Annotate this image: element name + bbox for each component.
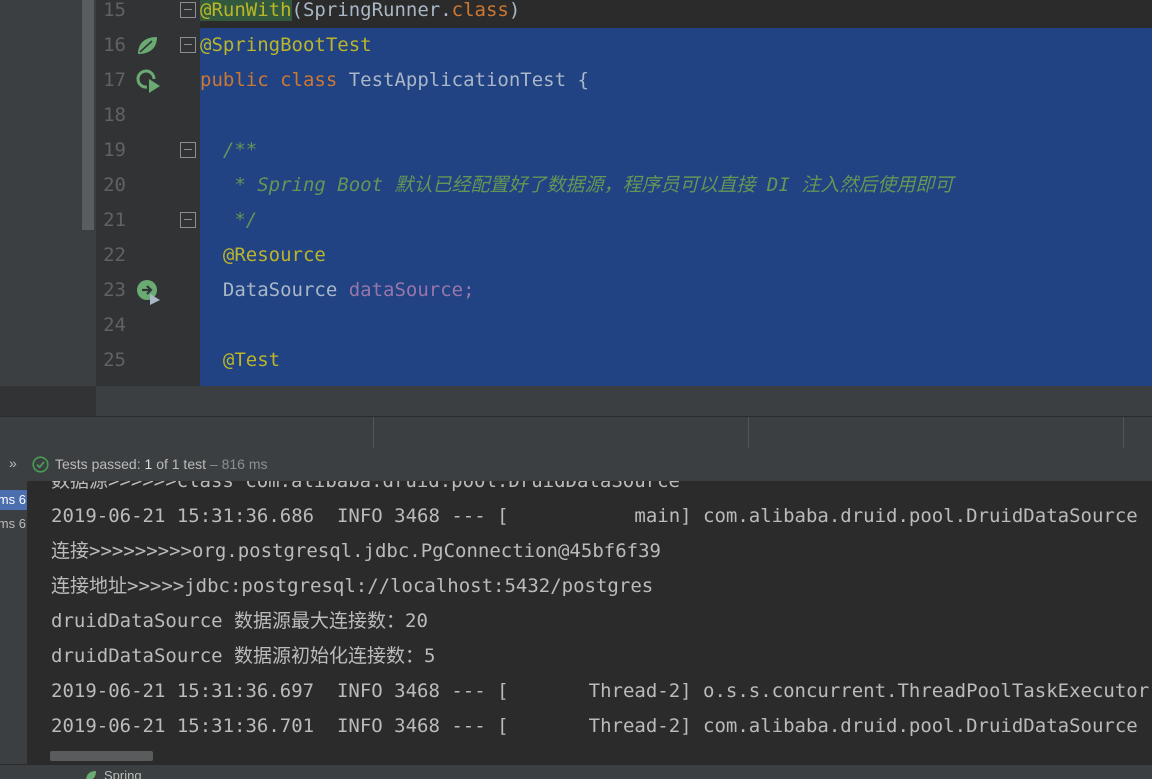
console-horizontal-scrollbar[interactable] xyxy=(50,751,153,761)
console-line: 2019-06-21 15:31:36.701 INFO 3468 --- [ … xyxy=(51,715,1138,737)
code-text[interactable]: */ xyxy=(200,203,1152,238)
line-number[interactable]: 24 xyxy=(96,308,126,343)
console-line: 2019-06-21 15:31:36.697 INFO 3468 --- [ … xyxy=(51,680,1150,702)
test-tree-item[interactable]: 6 ms xyxy=(0,514,27,534)
code-token: (SpringRunner. xyxy=(291,0,452,21)
code-token: class xyxy=(451,0,509,21)
spring-leaf-icon xyxy=(86,771,96,779)
console-line: druidDataSource 数据源最大连接数：20 xyxy=(51,610,428,632)
line-number[interactable]: 18 xyxy=(96,98,126,133)
code-token: @Resource xyxy=(200,244,326,266)
code-text[interactable]: @RunWith(SpringRunner.class) xyxy=(200,0,1152,28)
tests-passed-label: Tests passed: xyxy=(55,456,141,472)
code-text[interactable]: @Resource xyxy=(200,238,1152,273)
code-token: * Spring Boot 默认已经配置好了数据源，程序员可以直接 DI 注入然… xyxy=(200,174,954,196)
test-tree-pane: 6 ms 6 ms xyxy=(0,481,27,764)
fold-marker-icon[interactable] xyxy=(180,142,196,158)
editor-horizontal-scrollbar[interactable] xyxy=(0,386,1152,416)
code-token: TestApplicationTest { xyxy=(348,69,589,91)
code-line: 20 * Spring Boot 默认已经配置好了数据源，程序员可以直接 DI … xyxy=(0,168,1152,203)
line-number[interactable]: 22 xyxy=(96,238,126,273)
scrollbar-gutter xyxy=(0,386,96,416)
tool-window-header xyxy=(0,416,1152,449)
code-text[interactable]: public class TestApplicationTest { xyxy=(200,63,1152,98)
header-divider xyxy=(748,417,749,449)
code-line xyxy=(0,378,1152,386)
code-text[interactable] xyxy=(200,98,1152,133)
code-text[interactable] xyxy=(200,378,1152,386)
code-line: 19 /** xyxy=(0,133,1152,168)
code-text[interactable]: @Test xyxy=(200,343,1152,378)
tests-total: of 1 test xyxy=(156,456,206,472)
code-text[interactable]: @SpringBootTest xyxy=(200,28,1152,63)
console-line: 连接>>>>>>>>>org.postgresql.jdbc.PgConnect… xyxy=(51,540,661,562)
console-line: 2019-06-21 15:31:36.686 INFO 3468 --- [ … xyxy=(51,505,1138,527)
code-token: dataSource; xyxy=(348,279,475,301)
run-test-icon[interactable] xyxy=(134,67,162,95)
code-line: 25 @Test xyxy=(0,343,1152,378)
line-number[interactable]: 15 xyxy=(96,0,126,28)
line-number[interactable]: 20 xyxy=(96,168,126,203)
code-line: 17 public class TestApplicationTest { xyxy=(0,63,1152,98)
line-number[interactable]: 21 xyxy=(96,203,126,238)
check-circle-icon xyxy=(32,456,49,473)
fold-marker-icon[interactable] xyxy=(180,2,196,18)
code-token: @RunWith xyxy=(200,0,292,21)
code-text[interactable]: * Spring Boot 默认已经配置好了数据源，程序员可以直接 DI 注入然… xyxy=(200,168,1152,203)
autowired-navigate-icon[interactable] xyxy=(134,277,162,305)
code-editor[interactable]: 15 @RunWith(SpringRunner.class) 16 @SpringB… xyxy=(0,0,1152,386)
line-number[interactable]: 19 xyxy=(96,133,126,168)
test-status-bar: » Tests passed: 1 of 1 test – 816 ms xyxy=(0,448,1152,481)
header-divider xyxy=(373,417,374,449)
code-line: 18 xyxy=(0,98,1152,133)
line-number[interactable]: 17 xyxy=(96,63,126,98)
code-line: 16 @SpringBootTest xyxy=(0,28,1152,63)
tests-passed-count: 1 xyxy=(144,456,153,472)
console-output: 数据源>>>>>>class com.alibaba.druid.pool.Dr… xyxy=(51,481,1152,744)
spring-tool-tab[interactable]: Spring xyxy=(104,768,142,779)
fold-marker-icon[interactable] xyxy=(180,37,196,53)
console-line: 数据源>>>>>>class com.alibaba.druid.pool.Dr… xyxy=(51,481,680,492)
code-token: @Test xyxy=(200,349,281,371)
line-number[interactable]: 16 xyxy=(96,28,126,63)
code-text[interactable]: /** xyxy=(200,133,1152,168)
bottom-tool-bar: Spring xyxy=(0,764,1152,779)
code-token: DataSource xyxy=(200,279,349,301)
expand-chevrons-icon[interactable]: » xyxy=(9,455,17,471)
header-divider xyxy=(1123,417,1124,449)
console-line: 连接地址>>>>>jdbc:postgresql://localhost:543… xyxy=(51,575,654,597)
code-token: /** xyxy=(200,139,258,161)
code-line: 24 xyxy=(0,308,1152,343)
code-lines: 15 @RunWith(SpringRunner.class) 16 @SpringB… xyxy=(0,0,1152,386)
code-line: 23 DataSource dataSource; xyxy=(0,273,1152,308)
test-summary: Tests passed: 1 of 1 test – 816 ms xyxy=(55,456,267,473)
code-token: ) xyxy=(508,0,521,21)
fold-marker-icon[interactable] xyxy=(180,212,196,228)
code-token: public class xyxy=(200,69,349,91)
code-token: */ xyxy=(200,209,258,231)
code-line: 22 @Resource xyxy=(0,238,1152,273)
line-number[interactable]: 23 xyxy=(96,273,126,308)
code-text[interactable] xyxy=(200,308,1152,343)
code-line: 21 */ xyxy=(0,203,1152,238)
code-text[interactable]: DataSource dataSource; xyxy=(200,273,1152,308)
tests-duration: – 816 ms xyxy=(209,456,268,472)
console-line: druidDataSource 数据源初始化连接数：5 xyxy=(51,645,436,667)
spring-bean-icon[interactable] xyxy=(134,32,162,60)
line-number[interactable]: 25 xyxy=(96,343,126,378)
code-token: @SpringBootTest xyxy=(200,34,372,56)
test-tree-item[interactable]: 6 ms xyxy=(0,490,27,510)
code-line: 15 @RunWith(SpringRunner.class) xyxy=(0,0,1152,28)
run-console[interactable]: 6 ms 6 ms 数据源>>>>>>class com.alibaba.dru… xyxy=(0,481,1152,764)
